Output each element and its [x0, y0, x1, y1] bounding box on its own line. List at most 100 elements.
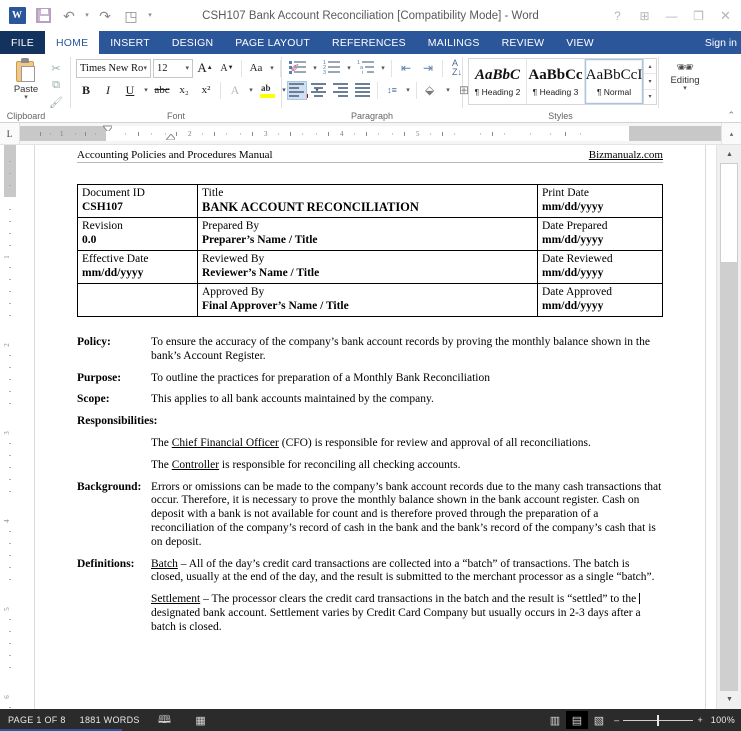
- shrink-font-icon[interactable]: A▼: [217, 58, 237, 78]
- table-row[interactable]: Effective Date mm/dd/yyyy Reviewed By Re…: [78, 251, 663, 284]
- grow-font-icon[interactable]: A▲: [195, 58, 215, 78]
- hanging-indent-marker[interactable]: [166, 134, 175, 140]
- style-heading-3[interactable]: AaBbCc ¶ Heading 3: [527, 59, 585, 104]
- print-layout-icon[interactable]: ▤: [566, 711, 588, 729]
- numbering-dropdown-icon[interactable]: ▾: [345, 64, 353, 72]
- vertical-scrollbar[interactable]: ▲ ▼: [716, 145, 741, 709]
- text-effects-icon[interactable]: A: [225, 80, 245, 100]
- styles-more-icon[interactable]: ▾: [644, 90, 656, 104]
- zoom-in-button[interactable]: +: [697, 715, 703, 725]
- undo-dropdown-icon[interactable]: ▾: [82, 4, 92, 28]
- multilevel-list-icon[interactable]: 1 a i: [355, 58, 377, 78]
- font-size-input[interactable]: 12▾: [153, 59, 193, 78]
- table-row[interactable]: Approved By Final Approver’s Name / Titl…: [78, 284, 663, 317]
- document-info-table[interactable]: Document ID CSH107 Title BANK ACCOUNT RE…: [77, 184, 663, 317]
- cell-document-id[interactable]: Document ID CSH107: [78, 185, 198, 218]
- zoom-control[interactable]: – +: [610, 715, 707, 725]
- cell-approved-by[interactable]: Approved By Final Approver’s Name / Titl…: [198, 284, 538, 317]
- read-mode-icon[interactable]: ▥: [544, 711, 566, 729]
- bold-button[interactable]: B: [76, 80, 96, 100]
- zoom-slider[interactable]: [623, 720, 693, 721]
- table-row[interactable]: Document ID CSH107 Title BANK ACCOUNT RE…: [78, 185, 663, 218]
- change-case-dropdown-icon[interactable]: ▾: [268, 64, 276, 72]
- language-icon[interactable]: ▦: [190, 711, 212, 729]
- document-body[interactable]: Policy: To ensure the accuracy of the co…: [77, 336, 663, 635]
- cut-icon[interactable]: ✂: [48, 61, 64, 76]
- cell-date-approved[interactable]: Date Approved mm/dd/yyyy: [538, 284, 663, 317]
- scrollbar-thumb[interactable]: [720, 163, 738, 263]
- cell-empty[interactable]: [78, 284, 198, 317]
- tab-page-layout[interactable]: PAGE LAYOUT: [224, 31, 321, 54]
- styles-scroll-down-icon[interactable]: ▾: [644, 74, 656, 89]
- text-effects-dropdown-icon[interactable]: ▾: [247, 86, 255, 94]
- tab-review[interactable]: REVIEW: [491, 31, 556, 54]
- line-spacing-dropdown-icon[interactable]: ▾: [404, 86, 412, 94]
- document-scroll-region[interactable]: Accounting Policies and Procedures Manua…: [20, 145, 716, 709]
- editing-button[interactable]: 🕶 Editing ▾: [664, 56, 706, 91]
- align-center-button[interactable]: [309, 81, 329, 100]
- restore-button[interactable]: ❐: [685, 3, 712, 29]
- tab-insert[interactable]: INSERT: [99, 31, 161, 54]
- cell-print-date[interactable]: Print Date mm/dd/yyyy: [538, 185, 663, 218]
- tab-references[interactable]: REFERENCES: [321, 31, 417, 54]
- tab-view[interactable]: VIEW: [555, 31, 605, 54]
- decrease-indent-icon[interactable]: ⇤: [396, 58, 416, 78]
- align-left-button[interactable]: [287, 81, 307, 100]
- styles-scroll-up-icon[interactable]: ▴: [644, 59, 656, 74]
- justify-button[interactable]: [353, 81, 373, 100]
- superscript-button[interactable]: x²: [196, 80, 216, 100]
- editing-dropdown-icon[interactable]: ▾: [683, 86, 687, 91]
- tab-design[interactable]: DESIGN: [161, 31, 224, 54]
- paste-button[interactable]: Paste ▾: [5, 56, 47, 100]
- spell-check-icon[interactable]: 🕮: [154, 711, 176, 729]
- cell-prepared-by[interactable]: Prepared By Preparer’s Name / Title: [198, 218, 538, 251]
- scroll-up-icon[interactable]: ▲: [720, 146, 739, 163]
- font-name-input[interactable]: Times New Ro▾: [76, 59, 151, 78]
- undo-icon[interactable]: ↶: [56, 4, 82, 28]
- redo-icon[interactable]: ↷: [92, 4, 118, 28]
- align-right-button[interactable]: [331, 81, 351, 100]
- cell-effective-date[interactable]: Effective Date mm/dd/yyyy: [78, 251, 198, 284]
- tab-mailings[interactable]: MAILINGS: [417, 31, 491, 54]
- vertical-ruler[interactable]: 1 2 3 4 5 6: [0, 145, 20, 709]
- multilevel-dropdown-icon[interactable]: ▾: [379, 64, 387, 72]
- collapse-ribbon-icon[interactable]: ⌃: [727, 110, 735, 121]
- minimize-button[interactable]: —: [658, 3, 685, 29]
- table-row[interactable]: Revision 0.0 Prepared By Preparer’s Name…: [78, 218, 663, 251]
- numbering-icon[interactable]: 1 2 3: [321, 58, 343, 78]
- style-heading-2[interactable]: AaBbC ¶ Heading 2: [469, 59, 527, 104]
- scroll-down-icon[interactable]: ▼: [720, 691, 739, 708]
- line-spacing-icon[interactable]: ↕≡: [382, 80, 402, 100]
- underline-button[interactable]: U: [120, 80, 140, 100]
- cell-reviewed-by[interactable]: Reviewed By Reviewer’s Name / Title: [198, 251, 538, 284]
- underline-dropdown-icon[interactable]: ▾: [142, 86, 150, 94]
- save-icon[interactable]: [30, 4, 56, 28]
- zoom-out-button[interactable]: –: [614, 715, 619, 725]
- copy-icon[interactable]: ⧉: [48, 78, 64, 93]
- format-painter-icon[interactable]: 🖌: [48, 95, 64, 110]
- styles-gallery-scrollbar[interactable]: ▴ ▾ ▾: [643, 59, 656, 104]
- cell-title[interactable]: Title BANK ACCOUNT RECONCILIATION: [198, 185, 538, 218]
- tab-stop-selector[interactable]: L: [0, 123, 20, 144]
- style-normal[interactable]: AaBbCcI ¶ Normal: [585, 59, 643, 104]
- increase-indent-icon[interactable]: ⇥: [418, 58, 438, 78]
- bullets-dropdown-icon[interactable]: ▾: [311, 64, 319, 72]
- shading-dropdown-icon[interactable]: ▾: [444, 86, 452, 94]
- print-preview-icon[interactable]: ◳: [118, 4, 144, 28]
- strikethrough-button[interactable]: abc: [152, 80, 172, 100]
- ruler-scroll-up-icon[interactable]: ▴: [721, 123, 741, 144]
- bullets-icon[interactable]: [287, 58, 309, 78]
- paste-dropdown-icon[interactable]: ▾: [24, 95, 28, 100]
- document-page[interactable]: Accounting Policies and Procedures Manua…: [34, 145, 706, 709]
- cell-revision[interactable]: Revision 0.0: [78, 218, 198, 251]
- horizontal-ruler[interactable]: 1 2 3 4 5: [20, 126, 721, 141]
- web-layout-icon[interactable]: ▧: [588, 711, 610, 729]
- subscript-button[interactable]: x₂: [174, 80, 194, 100]
- help-icon[interactable]: ?: [604, 3, 631, 29]
- change-case-icon[interactable]: Aa: [246, 58, 266, 78]
- highlight-color-icon[interactable]: ab: [257, 80, 278, 100]
- close-button[interactable]: ✕: [712, 3, 739, 29]
- cell-date-prepared[interactable]: Date Prepared mm/dd/yyyy: [538, 218, 663, 251]
- sign-in-link[interactable]: Sign in: [705, 31, 737, 54]
- zoom-level[interactable]: 100%: [707, 715, 735, 725]
